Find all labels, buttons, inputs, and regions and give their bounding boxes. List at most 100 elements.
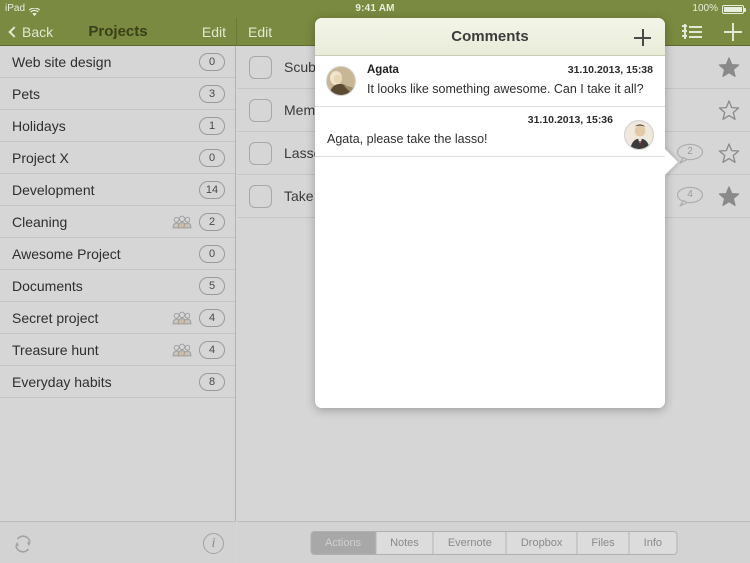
- project-name: Pets: [12, 85, 41, 102]
- avatar-me: [624, 120, 654, 150]
- comment-count-placeholder: [676, 100, 704, 121]
- project-name: Development: [12, 181, 95, 198]
- comment-author: Agata: [367, 64, 399, 76]
- comment-count-icon[interactable]: 4: [676, 186, 704, 207]
- bottom-tab-info[interactable]: Info: [629, 532, 677, 554]
- comment-timestamp: 31.10.2013, 15:36: [527, 114, 613, 126]
- comment-text: It looks like something awesome. Can I t…: [367, 82, 644, 96]
- bottom-tab-bar: Actions Notes Evernote Dropbox Files Info: [309, 531, 678, 555]
- project-row-meta: 4: [172, 340, 235, 359]
- sync-icon[interactable]: [12, 533, 34, 555]
- project-name: Cleaning: [12, 213, 68, 230]
- projects-sidebar: Web site design 0 Pets 3 Holidays 1 Project X 0…: [0, 46, 236, 563]
- project-row-meta: 4: [172, 308, 235, 327]
- comment-item[interactable]: 31.10.2013, 15:36 Agata, please take the …: [315, 107, 665, 157]
- popover-arrow: [664, 148, 678, 176]
- bottom-tab-evernote[interactable]: Evernote: [433, 532, 507, 554]
- project-row[interactable]: Development 14: [0, 174, 235, 206]
- comments-popover: Comments Agata 31.10.2013, 15:38 It looks …: [315, 18, 678, 408]
- comment-header: 31.10.2013, 15:36: [327, 114, 613, 126]
- project-row[interactable]: Secret project 4: [0, 302, 235, 334]
- project-name: Awesome Project: [12, 245, 121, 262]
- star-icon[interactable]: [718, 99, 740, 121]
- task-checkbox[interactable]: [249, 55, 272, 79]
- battery-icon: [722, 4, 746, 14]
- status-bar-time: 9:41 AM: [355, 3, 395, 14]
- project-row-meta: 3: [199, 84, 235, 103]
- project-count-badge: 4: [199, 308, 225, 327]
- project-count-badge: 4: [199, 340, 225, 359]
- app-root: iPad 9:41 AM 100% Back Projects Edit Edi…: [0, 0, 750, 563]
- comment-item[interactable]: Agata 31.10.2013, 15:38 It looks like some…: [315, 57, 665, 107]
- project-row[interactable]: Treasure hunt 4: [0, 334, 235, 366]
- task-checkbox[interactable]: [249, 141, 272, 165]
- task-row-meta: 4: [676, 185, 740, 207]
- project-row-meta: 1: [199, 116, 235, 135]
- bottom-tab-files[interactable]: Files: [577, 532, 630, 554]
- project-row[interactable]: Project X 0: [0, 142, 235, 174]
- comment-count-label: 2: [687, 146, 693, 157]
- battery-percent-label: 100%: [692, 3, 718, 14]
- project-row-meta: 0: [199, 244, 235, 263]
- comment-timestamp: 31.10.2013, 15:38: [567, 64, 653, 76]
- popover-header: Comments: [315, 18, 665, 56]
- project-row-meta: 14: [199, 180, 235, 199]
- project-row-meta: 0: [199, 52, 235, 71]
- project-name: Secret project: [12, 309, 99, 326]
- project-row[interactable]: Awesome Project 0: [0, 238, 235, 270]
- task-checkbox[interactable]: [249, 98, 272, 122]
- info-icon[interactable]: i: [203, 533, 224, 554]
- bottom-tab-actions[interactable]: Actions: [310, 532, 377, 554]
- project-row-meta: 5: [199, 276, 235, 295]
- project-row[interactable]: Web site design 0: [0, 46, 235, 78]
- project-count-badge: 8: [199, 372, 225, 391]
- add-comment-plus-icon[interactable]: [634, 29, 651, 46]
- shared-people-icon: [172, 311, 192, 325]
- sidebar-navbar: Back Projects Edit: [0, 18, 236, 46]
- bottom-tab-notes[interactable]: Notes: [376, 532, 434, 554]
- sidebar-toolbar: i: [0, 521, 236, 563]
- project-row-meta: 2: [172, 212, 235, 231]
- star-icon[interactable]: [718, 56, 740, 78]
- add-list-icon[interactable]: [682, 23, 702, 40]
- sidebar-edit-button[interactable]: Edit: [202, 18, 226, 46]
- plus-icon[interactable]: [724, 23, 742, 41]
- shared-people-icon: [172, 215, 192, 229]
- comment-count-icon[interactable]: 2: [676, 143, 704, 164]
- comment-count-placeholder: [676, 57, 704, 78]
- task-row-meta: [676, 56, 740, 78]
- project-name: Project X: [12, 149, 69, 166]
- projects-list: Web site design 0 Pets 3 Holidays 1 Project X 0…: [0, 46, 235, 398]
- comment-header: Agata 31.10.2013, 15:38: [367, 64, 653, 76]
- avatar-agata: [326, 66, 356, 96]
- project-count-badge: 0: [199, 148, 225, 167]
- popover-title: Comments: [451, 28, 529, 45]
- bottom-toolbar: Actions Notes Evernote Dropbox Files Info: [237, 521, 750, 563]
- project-name: Documents: [12, 277, 83, 294]
- project-row-meta: 8: [199, 372, 235, 391]
- project-count-badge: 5: [199, 276, 225, 295]
- project-count-badge: 14: [199, 180, 225, 199]
- task-row-meta: 2: [676, 142, 740, 164]
- project-row[interactable]: Pets 3: [0, 78, 235, 110]
- project-count-badge: 0: [199, 52, 225, 71]
- project-name: Holidays: [12, 117, 66, 134]
- task-checkbox[interactable]: [249, 184, 272, 208]
- project-row[interactable]: Documents 5: [0, 270, 235, 302]
- task-row-meta: [676, 99, 740, 121]
- project-count-badge: 1: [199, 116, 225, 135]
- project-row[interactable]: Everyday habits 8: [0, 366, 235, 398]
- comments-list: Agata 31.10.2013, 15:38 It looks like some…: [315, 57, 665, 408]
- status-bar-right: 100%: [692, 0, 746, 18]
- star-icon[interactable]: [718, 142, 740, 164]
- comment-text: Agata, please take the lasso!: [327, 132, 488, 146]
- navbar-divider: [236, 18, 237, 46]
- main-navbar-actions: [682, 18, 742, 46]
- project-name: Everyday habits: [12, 373, 112, 390]
- main-edit-button[interactable]: Edit: [248, 18, 272, 46]
- bottom-tab-dropbox[interactable]: Dropbox: [506, 532, 578, 554]
- project-row[interactable]: Holidays 1: [0, 110, 235, 142]
- project-row-meta: 0: [199, 148, 235, 167]
- star-icon[interactable]: [718, 185, 740, 207]
- project-row[interactable]: Cleaning 2: [0, 206, 235, 238]
